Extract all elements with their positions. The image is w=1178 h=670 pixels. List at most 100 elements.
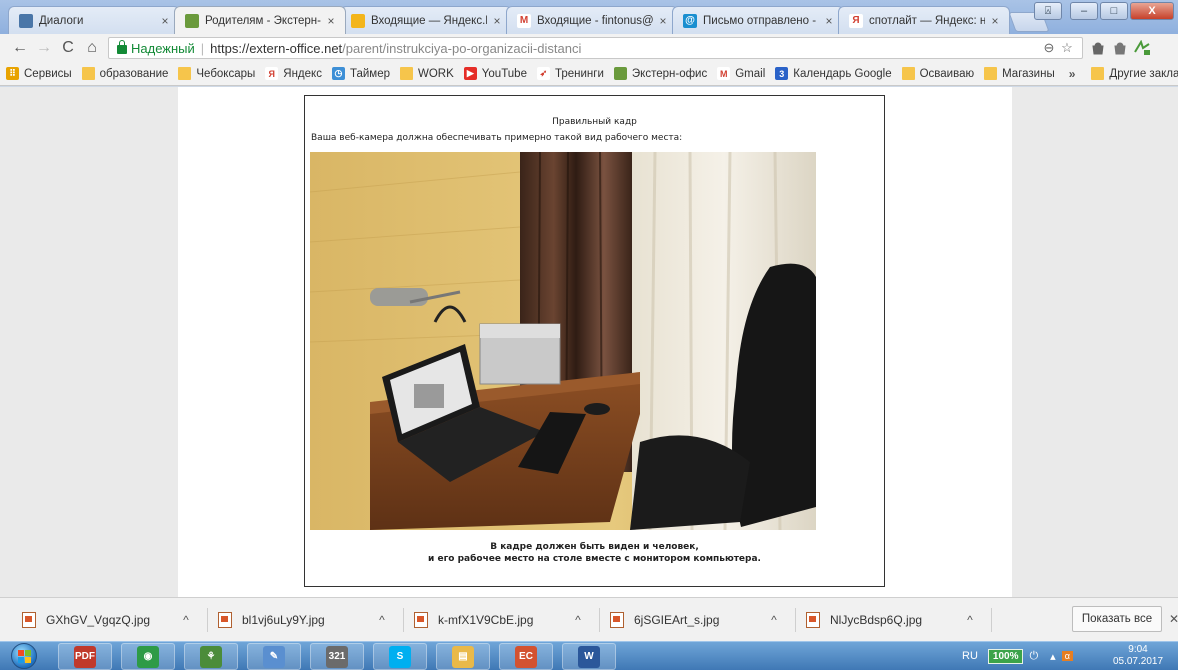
bookmark-label: Другие закладки bbox=[1109, 67, 1178, 80]
download-menu-caret-icon[interactable]: ^ bbox=[568, 613, 588, 627]
tab-0[interactable]: Диалоги × bbox=[8, 6, 180, 34]
bookmark-label: Чебоксары bbox=[196, 67, 256, 80]
paint-icon: ✎ bbox=[263, 645, 285, 668]
bookmark-label: образование bbox=[99, 67, 169, 80]
bookmark-item[interactable]: Чебоксары bbox=[178, 67, 255, 80]
bottom-divider bbox=[305, 586, 884, 587]
bookmark-item[interactable]: образование bbox=[81, 67, 169, 80]
close-tab-icon[interactable]: × bbox=[657, 14, 669, 28]
bookmark-item[interactable]: Магазины bbox=[984, 67, 1055, 80]
battery-indicator[interactable]: 100% bbox=[987, 648, 1024, 664]
download-item[interactable]: NlJycBdsp6Q.jpg ^ bbox=[798, 603, 994, 637]
download-item[interactable]: 6jSGIEArt_s.jpg ^ bbox=[602, 603, 798, 637]
word-icon: W bbox=[578, 645, 600, 668]
download-item[interactable]: k-mfX1V9CbE.jpg ^ bbox=[406, 603, 602, 637]
extension-icons bbox=[1087, 37, 1153, 59]
other-bookmarks-folder[interactable]: Другие закладки bbox=[1091, 67, 1178, 80]
vk-dialogs-icon bbox=[19, 13, 33, 28]
home-button[interactable]: ⌂ bbox=[80, 37, 104, 59]
clock[interactable]: 9:04 05.07.2017 bbox=[1108, 644, 1168, 668]
extern-office-icon bbox=[185, 13, 199, 28]
download-menu-caret-icon[interactable]: ^ bbox=[372, 613, 392, 627]
tab-4[interactable]: @ Письмо отправлено - П × bbox=[672, 6, 844, 34]
taskbar-app-button[interactable]: ◉ bbox=[121, 643, 175, 670]
reload-button[interactable]: C bbox=[56, 37, 80, 59]
bookmark-item[interactable]: Экстерн-офис bbox=[613, 67, 707, 80]
taskbar-app-button[interactable]: S bbox=[373, 643, 427, 670]
extension-icon[interactable] bbox=[1087, 37, 1109, 59]
show-all-downloads-button[interactable]: Показать все bbox=[1072, 606, 1162, 632]
minimize-button[interactable]: – bbox=[1070, 2, 1098, 20]
taskbar-app-button[interactable]: ✎ bbox=[247, 643, 301, 670]
bookmark-item[interactable]: ⠿ Сервисы bbox=[6, 67, 72, 80]
frame-title: Правильный кадр bbox=[552, 117, 637, 127]
close-window-button[interactable]: X bbox=[1130, 2, 1174, 20]
download-filename: GXhGV_VgqzQ.jpg bbox=[46, 612, 151, 627]
downloads-list: GXhGV_VgqzQ.jpg ^ bl1vj6uLy9Y.jpg ^ k-mfX1V9… bbox=[14, 603, 994, 637]
tab-5[interactable]: Яспотлайт — Яндекс: наш × bbox=[838, 6, 1010, 34]
taskbar-app-button[interactable]: ▤ bbox=[436, 643, 490, 670]
bookmark-item[interactable]: ➶ Тренинги bbox=[536, 67, 604, 80]
extension-icon[interactable] bbox=[1131, 37, 1153, 59]
close-tab-icon[interactable]: × bbox=[823, 14, 835, 28]
close-tab-icon[interactable]: × bbox=[491, 14, 503, 28]
taskbar-app-button[interactable]: 321 bbox=[310, 643, 364, 670]
tray-expand-icon[interactable]: ▴ bbox=[1050, 650, 1056, 663]
address-bar[interactable]: Надежный | https://extern-office.net/par… bbox=[108, 37, 1083, 59]
gmail-icon: M bbox=[717, 67, 731, 80]
taskbar-app-button[interactable]: ⚘ bbox=[184, 643, 238, 670]
tab-1[interactable]: Родителям - Экстерн-оф × bbox=[174, 6, 346, 34]
taskbar-app-button[interactable]: W bbox=[562, 643, 616, 670]
bookmark-item[interactable]: 3 Календарь Google bbox=[775, 67, 892, 80]
omnibox-actions: ⊖ ☆ bbox=[1040, 40, 1076, 56]
bookmark-item[interactable]: ◷ Таймер bbox=[331, 67, 390, 80]
taskbar-app-button[interactable]: EC bbox=[499, 643, 553, 670]
download-item[interactable]: bl1vj6uLy9Y.jpg ^ bbox=[210, 603, 406, 637]
bookmark-star-icon[interactable]: ☆ bbox=[1058, 40, 1076, 56]
tab-title: спотлайт — Яндекс: наш bbox=[869, 14, 985, 27]
tray-app-icon[interactable]: α bbox=[1061, 651, 1073, 661]
download-menu-caret-icon[interactable]: ^ bbox=[764, 613, 784, 627]
presentation-icon: EC bbox=[515, 645, 537, 668]
youtube-icon: ▶ bbox=[463, 67, 477, 80]
chrome-icon: ◉ bbox=[137, 645, 159, 668]
close-downloads-icon[interactable]: ✕ bbox=[1169, 612, 1178, 626]
bookmark-item[interactable]: Я Яндекс bbox=[265, 67, 322, 80]
taskbar-app-button[interactable]: PDF bbox=[58, 643, 112, 670]
start-button[interactable] bbox=[6, 642, 42, 670]
gmail-icon: M bbox=[517, 13, 531, 28]
bookmark-item[interactable]: M Gmail bbox=[717, 67, 765, 80]
bookmark-item[interactable]: WORK bbox=[400, 67, 454, 80]
tab-title: Входящие — Яндекс.По bbox=[371, 14, 487, 27]
profile-button[interactable]: ⍓ bbox=[1034, 2, 1062, 20]
browser-toolbar: ← → C ⌂ Надежный | https://extern-office… bbox=[0, 34, 1178, 62]
skype-icon: S bbox=[389, 645, 411, 668]
windows-logo-icon bbox=[11, 643, 37, 669]
download-item[interactable]: GXhGV_VgqzQ.jpg ^ bbox=[14, 603, 210, 637]
yandex-icon: Я bbox=[849, 13, 863, 28]
tab-2[interactable]: Входящие — Яндекс.По × bbox=[340, 6, 512, 34]
back-button[interactable]: ← bbox=[8, 37, 32, 59]
bookmark-item[interactable]: Осваиваю bbox=[901, 67, 974, 80]
bookmark-label: Сервисы bbox=[24, 67, 72, 80]
downloads-shelf: GXhGV_VgqzQ.jpg ^ bl1vj6uLy9Y.jpg ^ k-mfX1V9… bbox=[0, 597, 1178, 641]
download-menu-caret-icon[interactable]: ^ bbox=[960, 613, 980, 627]
tab-title: Диалоги bbox=[39, 14, 84, 27]
google-calendar-icon: 3 bbox=[775, 67, 789, 80]
folder-icon bbox=[1091, 67, 1105, 80]
close-tab-icon[interactable]: × bbox=[159, 14, 171, 28]
power-plug-icon[interactable]: ⏻ bbox=[1029, 650, 1038, 663]
bookmarks-bar: ⠿ Сервисы образование Чебоксары Я Яндекс ◷ Тайм… bbox=[0, 62, 1178, 86]
language-indicator[interactable]: RU bbox=[962, 650, 978, 662]
maximize-button[interactable]: □ bbox=[1100, 2, 1128, 20]
yandex-icon: Я bbox=[265, 67, 279, 80]
more-bookmarks-button[interactable]: » bbox=[1069, 67, 1076, 81]
close-tab-icon[interactable]: × bbox=[325, 14, 337, 28]
forward-button[interactable]: → bbox=[32, 37, 56, 59]
tab-3[interactable]: M Входящие - fintonus@g × bbox=[506, 6, 678, 34]
extension-icon[interactable] bbox=[1109, 37, 1131, 59]
download-menu-caret-icon[interactable]: ^ bbox=[176, 613, 196, 627]
zoom-icon[interactable]: ⊖ bbox=[1040, 40, 1058, 56]
close-tab-icon[interactable]: × bbox=[989, 14, 1001, 28]
bookmark-item[interactable]: ▶ YouTube bbox=[463, 67, 527, 80]
